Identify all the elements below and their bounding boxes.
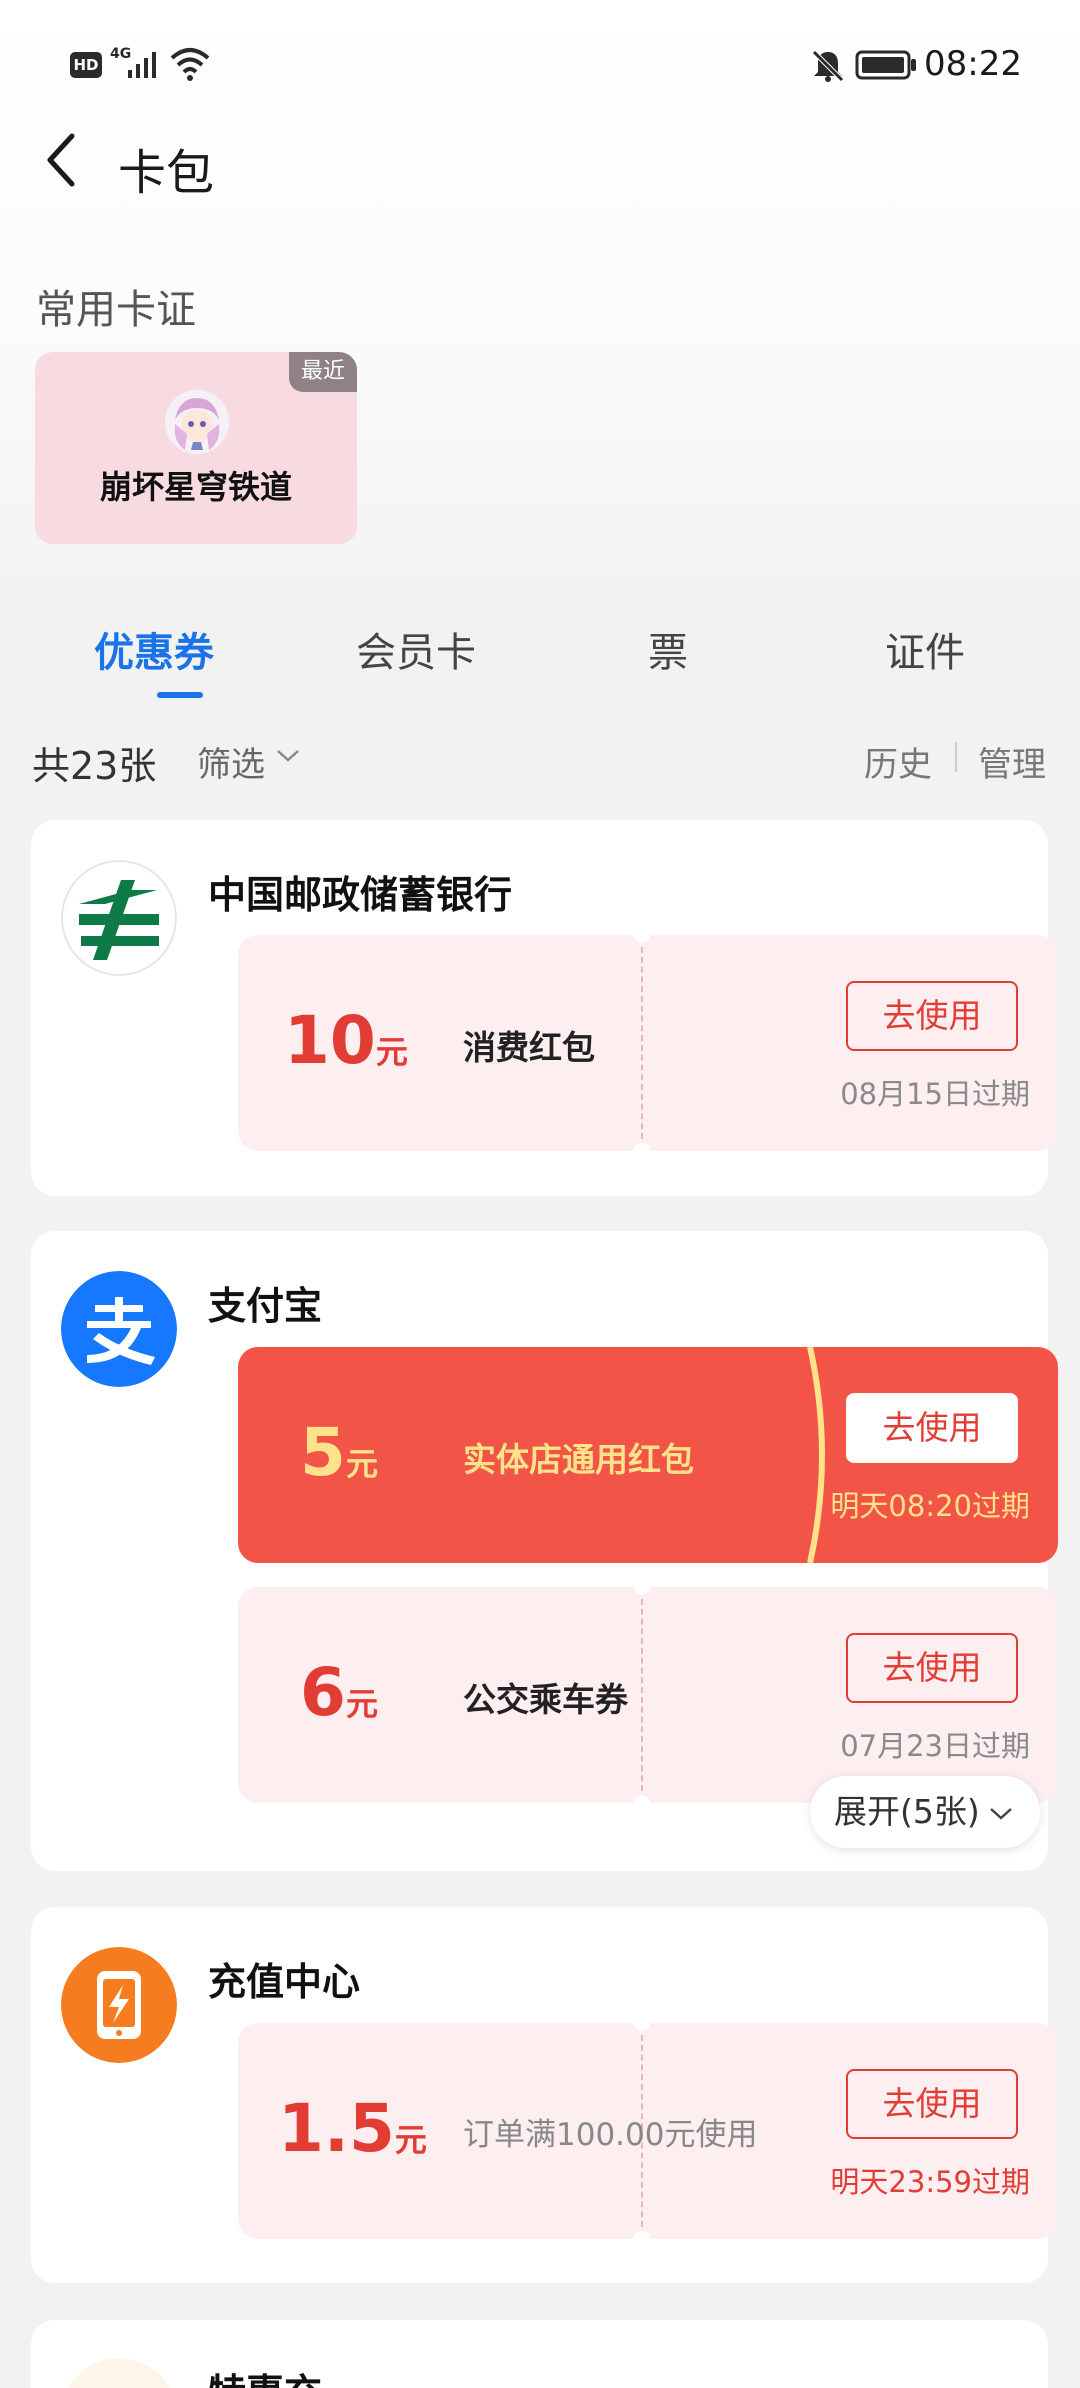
manage-link[interactable]: 管理 (978, 737, 1046, 786)
coupon-notch (634, 1143, 650, 1151)
coupon-title: 实体店通用红包 (463, 1440, 694, 1479)
use-coupon-button[interactable]: 去使用 (846, 981, 1018, 1051)
coupon-notch (634, 1587, 650, 1595)
recent-badge: 最近 (289, 352, 357, 392)
coupon-amount-unit: 元 (375, 1033, 408, 1071)
merchant-name: 支付宝 (208, 1284, 323, 1328)
tab-tickets[interactable]: 票 (648, 620, 688, 678)
coupon-divider (641, 947, 643, 1139)
expand-more-button[interactable]: 展开(5张) (810, 1776, 1040, 1848)
active-tab-indicator (157, 692, 203, 698)
recharge-phone-icon (61, 1947, 177, 2063)
merchant-name: 特惠充 (208, 2362, 322, 2388)
coupon-card-featured[interactable]: 5元 实体店通用红包 去使用 明天08:20过期 (238, 1347, 1058, 1563)
filter-button[interactable]: 筛选 (197, 737, 265, 786)
coupon-expiry: 08月15日过期 (840, 1077, 1030, 1111)
alipay-logo-icon (61, 1271, 177, 1387)
coupon-title: 公交乘车券 (463, 1680, 628, 1719)
status-time: 08:22 (924, 44, 1022, 84)
chevron-down-icon[interactable] (275, 748, 301, 764)
back-chevron-icon[interactable] (42, 130, 82, 190)
favorite-card-name: 崩坏星穹铁道 (99, 468, 292, 506)
coupon-title: 消费红包 (463, 1028, 595, 1067)
merchant-card-special-recharge: 特惠充 (31, 2320, 1048, 2388)
coupon-amount-value: 5 (300, 1414, 346, 1491)
chevron-down-icon (990, 1808, 1012, 1820)
postal-bank-logo-icon (61, 860, 177, 976)
coupon-expiry: 07月23日过期 (840, 1729, 1030, 1763)
coupon-amount: 10元 (284, 1001, 408, 1092)
merchant-card-alipay: 支付宝 5元 实体店通用红包 去使用 明天08:20过期 6元 公交乘车券 去使… (31, 1231, 1058, 1871)
merchant-name: 充值中心 (208, 1960, 361, 2004)
tab-membership-cards[interactable]: 会员卡 (356, 620, 476, 678)
favorites-label: 常用卡证 (36, 287, 196, 333)
coupon-amount-value: 10 (284, 1002, 376, 1079)
coupon-amount: 1.5元 (278, 2089, 427, 2180)
use-coupon-button[interactable]: 去使用 (846, 1633, 1018, 1703)
coupon-card[interactable]: 10元 消费红包 去使用 08月15日过期 (238, 935, 1058, 1151)
coupon-notch (634, 2231, 650, 2239)
use-coupon-button[interactable]: 去使用 (846, 1393, 1018, 1463)
battery-icon (855, 50, 916, 80)
favorite-card[interactable]: 最近 崩坏星穹铁道 (35, 352, 357, 544)
coupon-amount-unit: 元 (394, 2121, 427, 2159)
merchant-card-recharge-center: 充值中心 1.5元 订单满100.00元使用 去使用 明天23:59过期 (31, 1907, 1058, 2283)
coupon-amount: 6元 (300, 1653, 378, 1744)
merchant-name: 中国邮政储蓄银行 (208, 873, 513, 917)
coupon-amount-value: 6 (300, 1654, 346, 1731)
tab-coupons[interactable]: 优惠券 (94, 620, 214, 678)
expand-label: 展开(5张) (834, 1792, 980, 1831)
coupon-expiry: 明天08:20过期 (830, 1489, 1030, 1523)
coupon-card[interactable]: 6元 公交乘车券 去使用 07月23日过期 (238, 1587, 1058, 1803)
special-recharge-logo-icon (68, 2358, 170, 2388)
use-coupon-button[interactable]: 去使用 (846, 2069, 1018, 2139)
coupon-amount-value: 1.5 (278, 2090, 395, 2167)
coupon-amount-unit: 元 (345, 1685, 378, 1723)
merchant-card-postal-bank: 中国邮政储蓄银行 10元 消费红包 去使用 08月15日过期 (31, 820, 1058, 1196)
coupon-notch (634, 1795, 650, 1803)
game-avatar-icon (165, 390, 229, 454)
coupon-divider (641, 1599, 643, 1791)
coupon-amount-unit: 元 (345, 1445, 378, 1483)
coupon-expiry: 明天23:59过期 (830, 2165, 1030, 2199)
page-title: 卡包 (118, 145, 215, 201)
mute-bell-icon (812, 50, 844, 82)
tab-ids[interactable]: 证件 (885, 620, 965, 678)
status-bar: HD 4G 08:22 (0, 0, 1080, 130)
hd-badge: HD (70, 52, 102, 78)
signal-icon (128, 52, 156, 78)
coupon-notch (634, 935, 650, 943)
coupon-notch (634, 2023, 650, 2031)
history-link[interactable]: 历史 (864, 737, 932, 786)
coupon-count: 共23张 (32, 744, 157, 788)
wifi-icon (170, 48, 210, 81)
coupon-amount: 5元 (300, 1413, 378, 1504)
divider (955, 742, 957, 772)
coupon-card[interactable]: 1.5元 订单满100.00元使用 去使用 明天23:59过期 (238, 2023, 1058, 2239)
coupon-title: 订单满100.00元使用 (463, 2117, 758, 2153)
